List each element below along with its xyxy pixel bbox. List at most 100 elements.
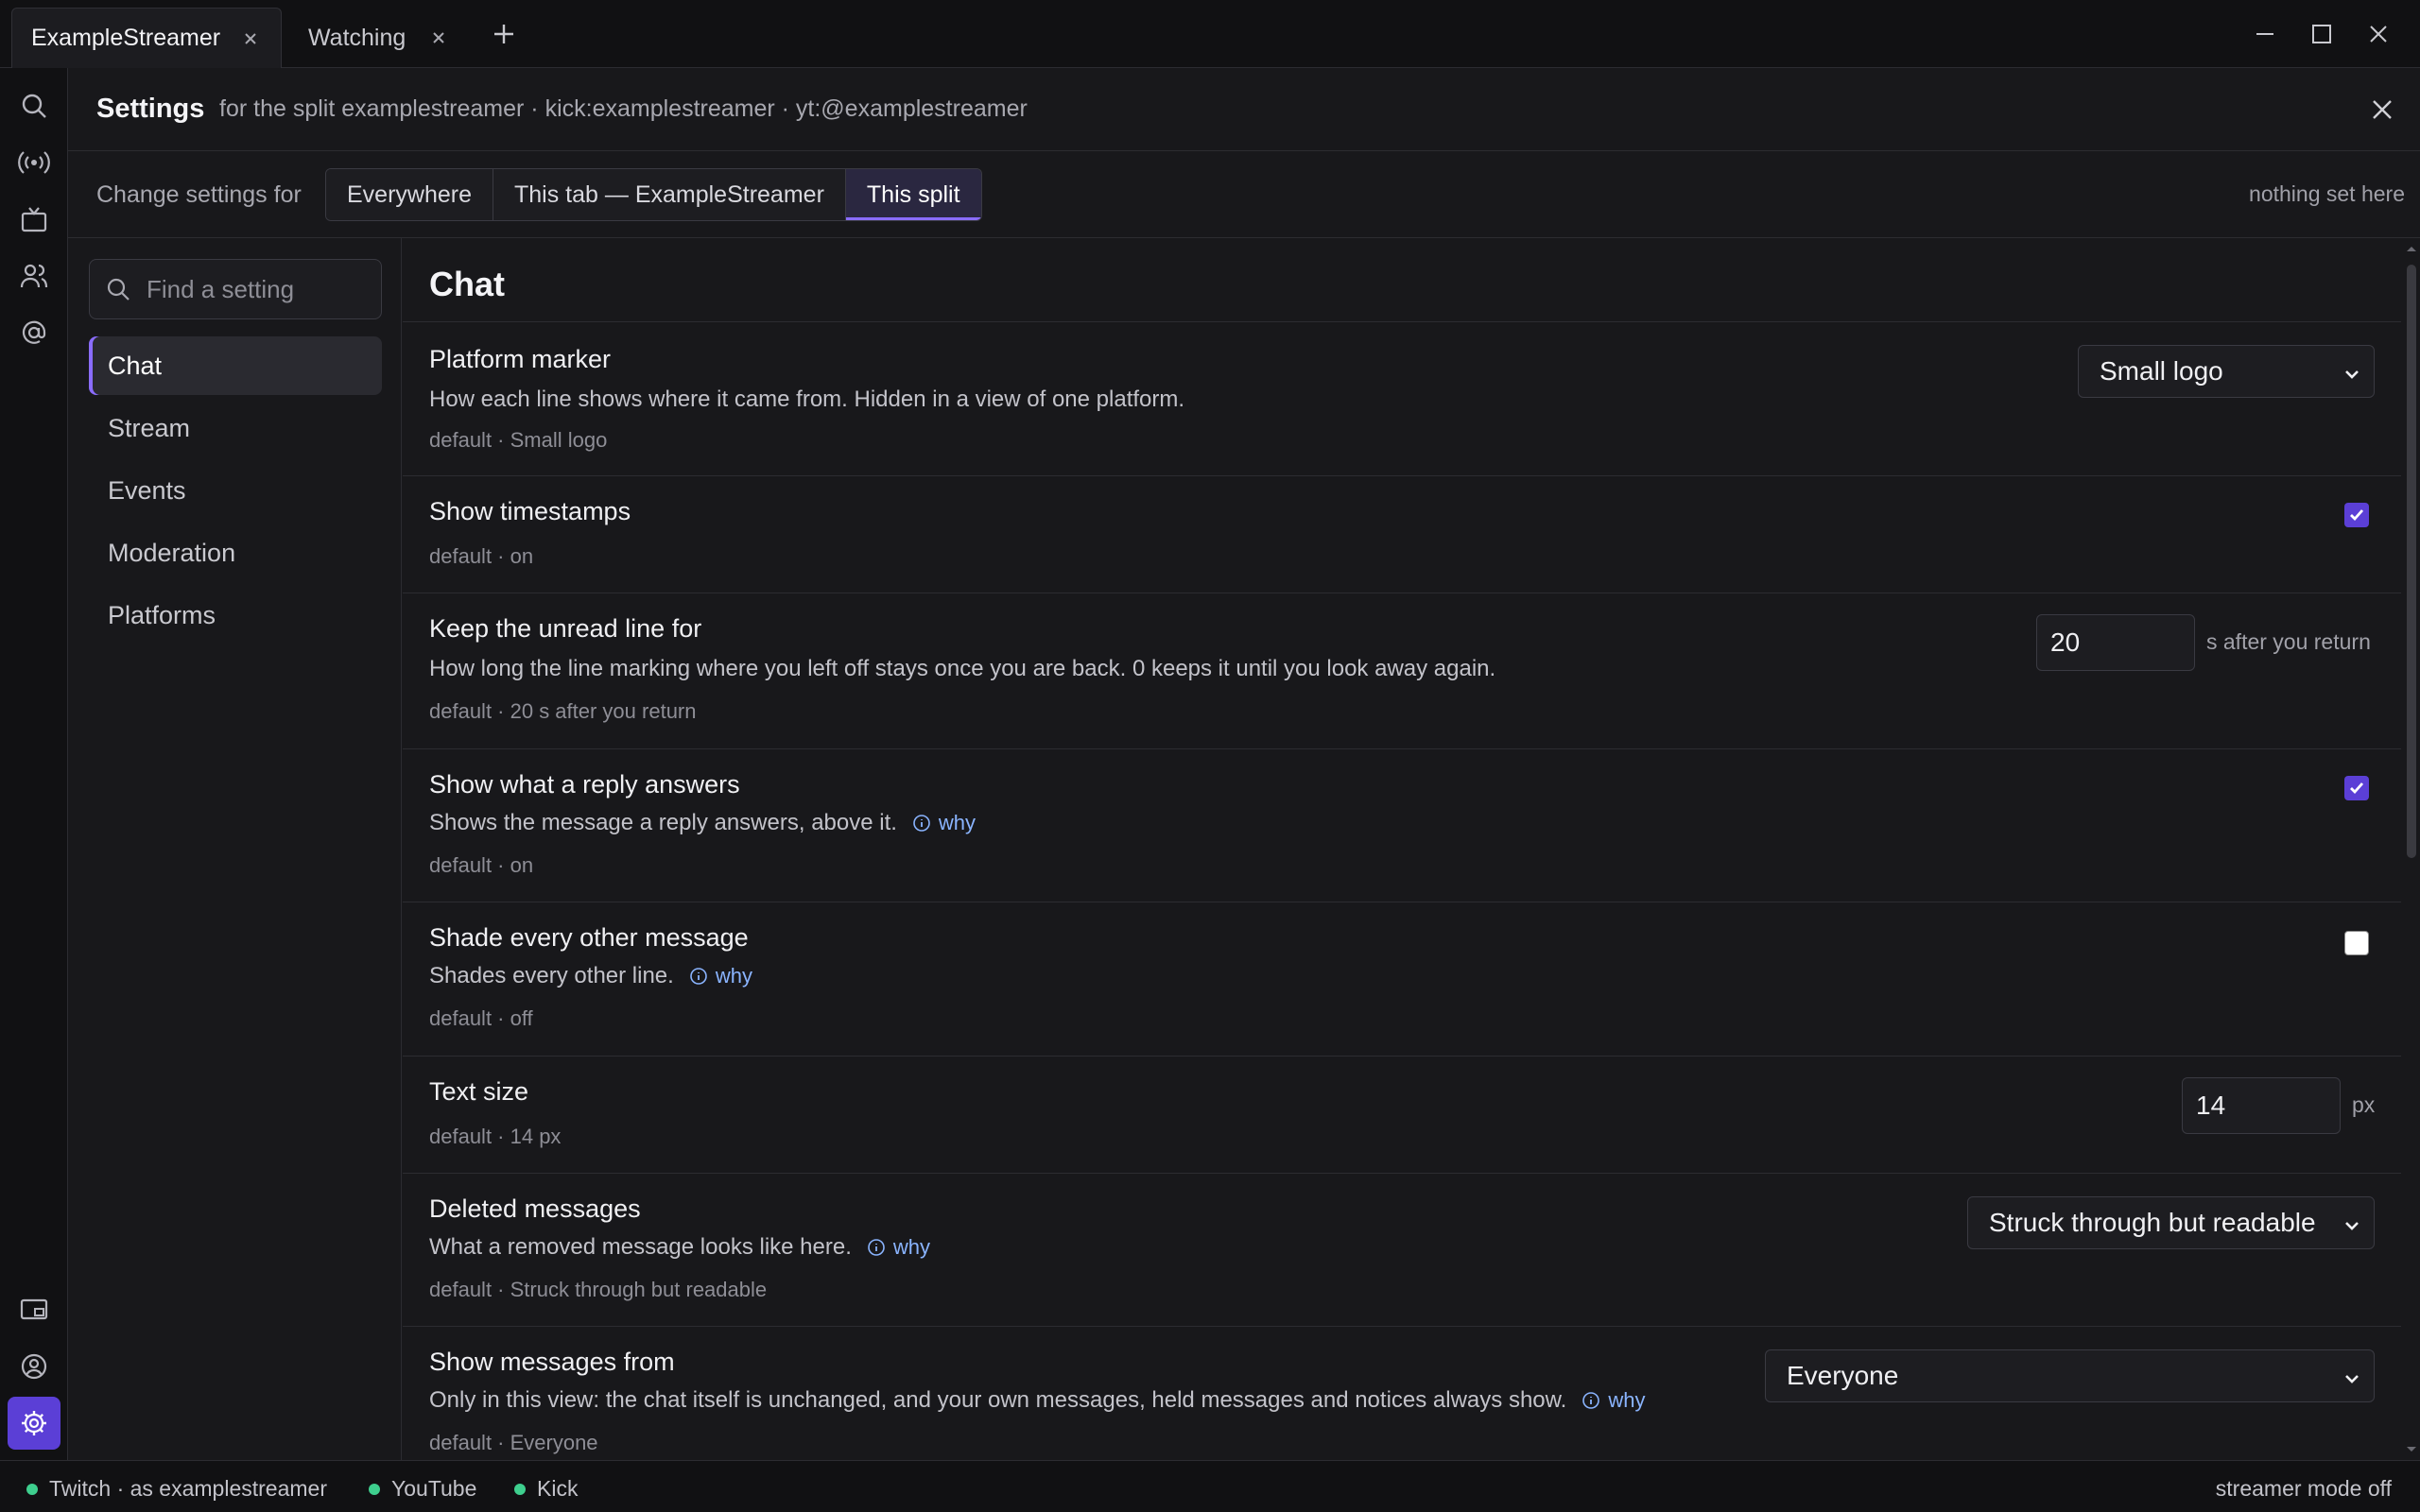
why-link[interactable]: why (689, 964, 752, 988)
setting-name: Show what a reply answers (429, 770, 740, 799)
setting-default: default · Everyone (429, 1431, 598, 1454)
setting-description: Only in this view: the chat itself is un… (429, 1387, 1645, 1414)
tab-label: Watching (308, 24, 406, 51)
title-bar: ExampleStreamer Watching (0, 0, 2420, 68)
timestamps-checkbox[interactable] (2344, 503, 2369, 527)
select-value: Struck through but readable (1989, 1208, 2316, 1237)
tab-examplestreamer[interactable]: ExampleStreamer (11, 8, 282, 68)
rail-search-button[interactable] (11, 83, 57, 129)
close-tab-icon[interactable] (239, 27, 262, 50)
platform-marker-select[interactable]: Small logo (2078, 345, 2375, 398)
scrollbar-thumb[interactable] (2407, 265, 2416, 858)
scroll-down-icon (2407, 1447, 2416, 1452)
rail-live-button[interactable] (11, 140, 57, 185)
rail-people-button[interactable] (11, 253, 57, 299)
why-link[interactable]: why (912, 811, 976, 835)
status-youtube-label: YouTube (391, 1476, 477, 1501)
input-value: 14 (2196, 1091, 2226, 1120)
scope-option-everywhere[interactable]: Everywhere (326, 169, 493, 220)
tab-watching[interactable]: Watching (289, 8, 459, 68)
maximize-icon (2312, 25, 2331, 43)
rail-settings-button[interactable] (8, 1397, 60, 1450)
streamer-mode-toggle[interactable]: streamer mode off (2216, 1476, 2392, 1502)
rail-account-button[interactable] (11, 1344, 57, 1389)
description-text: Shades every other line. (429, 963, 674, 988)
users-icon (20, 264, 48, 288)
plus-icon (494, 25, 513, 43)
setting-show-timestamps: Show timestamps default · on (403, 475, 2401, 593)
setting-description: Shows the message a reply answers, above… (429, 810, 976, 836)
deleted-messages-select[interactable]: Struck through but readable (1967, 1196, 2375, 1249)
setting-default: default · off (429, 1006, 533, 1030)
maximize-button[interactable] (2307, 19, 2337, 49)
scope-lead-label: Change settings for (96, 181, 302, 208)
scope-option-this-split[interactable]: This split (845, 169, 981, 220)
select-value: Small logo (2100, 356, 2223, 386)
info-icon (913, 815, 930, 832)
setting-text-size: Text size default · 14 px 14 px (403, 1056, 2401, 1173)
setting-messages-from: Show messages from Only in this view: th… (403, 1326, 2401, 1460)
sidebar-item-platforms[interactable]: Platforms (89, 586, 382, 644)
minimize-button[interactable] (2250, 19, 2280, 49)
status-youtube[interactable]: YouTube (369, 1476, 476, 1502)
setting-name: Text size (429, 1077, 529, 1106)
setting-deleted-messages: Deleted messages What a removed message … (403, 1173, 2401, 1326)
setting-name: Shade every other message (429, 923, 749, 952)
setting-default: default · Small logo (429, 428, 608, 452)
scroll-up-icon (2407, 247, 2416, 251)
setting-reply-answers: Show what a reply answers Shows the mess… (403, 748, 2401, 902)
sidebar-item-events[interactable]: Events (89, 461, 382, 520)
check-icon (2350, 782, 2364, 795)
chevron-down-icon (2342, 1212, 2362, 1243)
broadcast-icon (18, 151, 50, 174)
description-text: Only in this view: the chat itself is un… (429, 1387, 1567, 1413)
shade-alternate-checkbox[interactable] (2344, 931, 2369, 955)
sidebar-item-moderation[interactable]: Moderation (89, 524, 382, 582)
setting-name: Show timestamps (429, 497, 631, 525)
status-twitch-label: Twitch · as examplestreamer (49, 1476, 327, 1501)
select-value: Everyone (1787, 1361, 1899, 1390)
online-dot (26, 1483, 38, 1495)
gear-icon (22, 1411, 46, 1435)
sidebar-item-chat[interactable]: Chat (89, 336, 382, 395)
scope-status: nothing set here (2249, 181, 2405, 206)
page-title: Settings (96, 94, 205, 124)
sidebar-item-stream[interactable]: Stream (89, 399, 382, 457)
text-size-input[interactable]: 14 (2182, 1077, 2341, 1134)
unit-label: s after you return (2206, 629, 2371, 654)
new-tab-button[interactable] (489, 19, 519, 49)
reply-answers-checkbox[interactable] (2344, 776, 2369, 800)
status-twitch[interactable]: Twitch · as examplestreamer (26, 1476, 327, 1502)
why-link[interactable]: why (1582, 1388, 1645, 1413)
online-dot (514, 1483, 526, 1495)
search-input[interactable] (147, 274, 364, 304)
user-circle-icon (21, 1353, 47, 1380)
settings-sidebar: Chat Stream Events Moderation Platforms (68, 238, 402, 1460)
why-link[interactable]: why (867, 1235, 930, 1260)
online-dot (369, 1483, 380, 1495)
settings-search[interactable] (89, 259, 382, 319)
why-label: why (938, 811, 977, 834)
close-tab-icon[interactable] (427, 26, 450, 49)
scope-selector: Everywhere This tab — ExampleStreamer Th… (325, 168, 982, 221)
rail-watch-button[interactable] (11, 197, 57, 242)
setting-default: default · on (429, 853, 534, 877)
rail-mentions-button[interactable] (11, 310, 57, 355)
messages-from-select[interactable]: Everyone (1765, 1349, 2375, 1402)
search-icon (90, 277, 147, 301)
rail-cast-button[interactable] (11, 1287, 57, 1332)
why-label: why (1608, 1388, 1646, 1412)
minimize-icon (2256, 33, 2273, 35)
scope-option-this-tab[interactable]: This tab — ExampleStreamer (493, 169, 846, 220)
setting-default: default · Struck through but readable (429, 1278, 768, 1301)
info-icon (868, 1239, 885, 1256)
why-label: why (715, 964, 752, 988)
close-settings-button[interactable] (2367, 94, 2397, 125)
status-kick[interactable]: Kick (514, 1476, 578, 1502)
close-window-button[interactable] (2363, 19, 2394, 49)
setting-name: Platform marker (429, 345, 612, 373)
content-scrollbar[interactable] (2403, 238, 2420, 1460)
setting-shade-alternate: Shade every other message Shades every o… (403, 902, 2401, 1056)
unread-line-seconds-input[interactable]: 20 (2036, 614, 2195, 671)
setting-name: Deleted messages (429, 1194, 641, 1223)
